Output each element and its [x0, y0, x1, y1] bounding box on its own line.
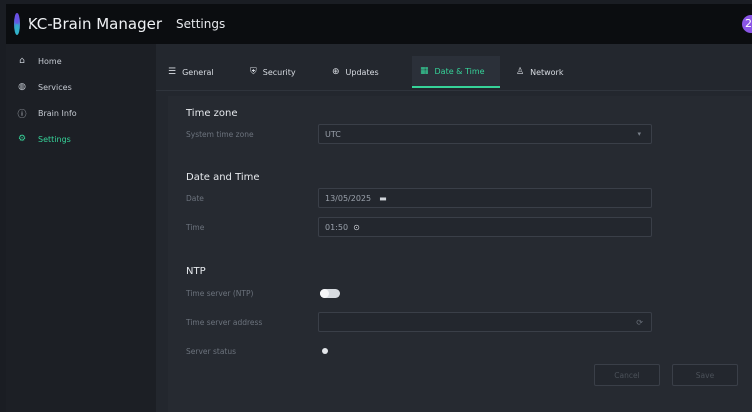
- tab-label: Updates: [345, 67, 379, 77]
- section-title-date-time: Date and Time: [186, 172, 260, 183]
- brand: KC-Brain Manager: [6, 13, 162, 35]
- time-input[interactable]: 01:50 ⊙: [318, 217, 652, 237]
- sidebar-item-home[interactable]: ⌂ Home: [6, 48, 156, 74]
- tab-security[interactable]: ⛨ Security: [250, 56, 296, 88]
- list-icon: ☰: [168, 67, 177, 77]
- tab-label: Network: [530, 67, 564, 77]
- tab-label: Date & Time: [434, 66, 485, 76]
- tab-updates[interactable]: ⊕ Updates: [332, 56, 379, 88]
- update-icon: ⊕: [332, 67, 340, 77]
- ntp-address-label: Time server address: [186, 318, 263, 327]
- tab-general[interactable]: ☰ General: [168, 56, 214, 88]
- section-title-ntp: NTP: [186, 266, 206, 277]
- clock-icon[interactable]: ⊙: [353, 223, 360, 232]
- time-value: 01:50: [325, 222, 349, 232]
- date-input[interactable]: 13/05/2025 ▬: [318, 188, 652, 208]
- app-title: KC-Brain Manager: [27, 15, 162, 33]
- services-icon: ◍: [18, 82, 26, 92]
- date-time-panel: Time zone System time zone UTC ▾ Date an…: [168, 96, 752, 412]
- sidebar-item-label: Settings: [38, 134, 71, 144]
- settings-tabs: ☰ General ⛨ Security ⊕ Updates ▦ Date & …: [156, 44, 752, 91]
- server-status-label: Server status: [186, 347, 237, 356]
- sidebar: ⌂ Home ◍ Services ⓘ Brain Info ⚙ Setting…: [6, 44, 156, 412]
- home-icon: ⌂: [19, 56, 25, 66]
- chevron-down-icon: ▾: [637, 130, 641, 138]
- network-icon: ♙: [516, 67, 525, 77]
- sidebar-item-services[interactable]: ◍ Services: [6, 74, 156, 100]
- server-status-indicator: [322, 348, 328, 354]
- app-window: KC-Brain Manager Settings 2 ⌂ Home ◍ Ser…: [6, 4, 752, 412]
- refresh-icon[interactable]: ⟳: [636, 318, 643, 327]
- timezone-select[interactable]: UTC ▾: [318, 124, 652, 144]
- tab-date-time[interactable]: ▦ Date & Time: [412, 56, 500, 88]
- sidebar-item-label: Brain Info: [38, 108, 77, 118]
- cancel-button[interactable]: Cancel: [594, 364, 660, 386]
- sidebar-item-settings[interactable]: ⚙ Settings: [6, 126, 156, 152]
- save-button[interactable]: Save: [672, 364, 738, 386]
- time-label: Time: [186, 223, 205, 232]
- ntp-toggle[interactable]: [320, 289, 340, 298]
- user-avatar[interactable]: 2: [742, 15, 752, 33]
- sidebar-item-label: Home: [38, 56, 62, 66]
- timezone-label: System time zone: [186, 130, 254, 139]
- sidebar-item-label: Services: [38, 82, 72, 92]
- section-title-time-zone: Time zone: [186, 108, 238, 119]
- tab-network[interactable]: ♙ Network: [516, 56, 563, 88]
- sidebar-item-brain-info[interactable]: ⓘ Brain Info: [6, 100, 156, 126]
- ntp-address-input[interactable]: ⟳: [318, 312, 652, 332]
- calendar-icon: ▦: [420, 66, 429, 76]
- date-label: Date: [186, 194, 204, 203]
- tab-label: Security: [262, 67, 296, 77]
- app-logo-icon: [14, 13, 30, 35]
- main-content: ☰ General ⛨ Security ⊕ Updates ▦ Date & …: [156, 44, 752, 412]
- info-icon: ⓘ: [17, 109, 27, 120]
- ntp-toggle-label: Time server (NTP): [186, 289, 254, 298]
- gear-icon: ⚙: [17, 134, 27, 144]
- timezone-value: UTC: [325, 129, 341, 139]
- shield-icon: ⛨: [250, 67, 257, 77]
- date-value: 13/05/2025: [325, 193, 372, 203]
- top-bar: KC-Brain Manager Settings 2: [6, 4, 752, 44]
- page-title: Settings: [176, 17, 226, 31]
- tab-label: General: [182, 67, 214, 77]
- calendar-picker-icon[interactable]: ▬: [379, 194, 387, 203]
